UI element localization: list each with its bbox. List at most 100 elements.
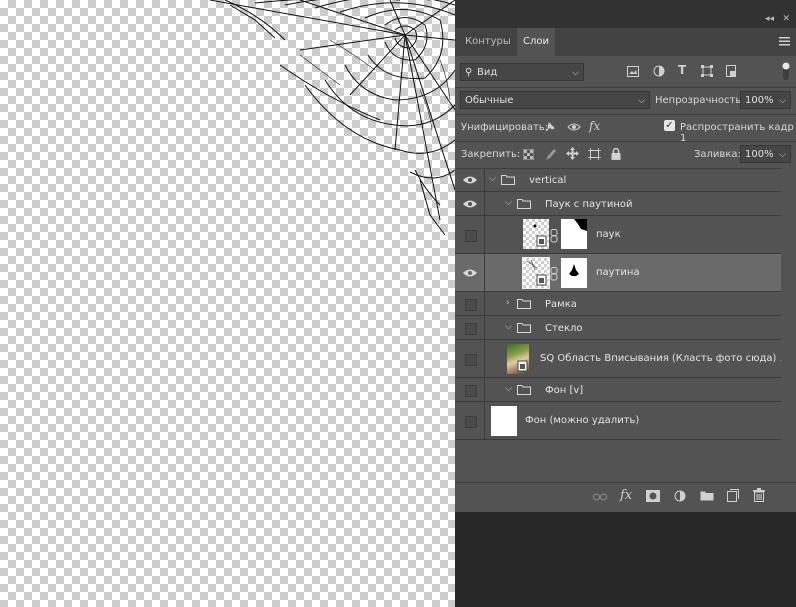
link-icon[interactable] (550, 229, 558, 243)
layer-row-group[interactable]: ⌵ Фон [v] (455, 378, 781, 402)
lock-pixels-icon[interactable] (544, 148, 556, 161)
tab-paths[interactable]: Контуры (459, 28, 517, 56)
layer-row-group[interactable]: ⌵ Стекло (455, 316, 781, 340)
lock-row: Закрепить: Заливка: 100% ⌵ (455, 141, 796, 169)
adjustment-layer-icon[interactable] (674, 490, 686, 502)
close-panel-button[interactable]: ✕ (782, 14, 790, 24)
layer-name: Фон (можно удалить) (525, 415, 640, 426)
new-layer-icon[interactable] (727, 489, 739, 502)
blend-mode-dropdown[interactable]: Обычные ⌵ (460, 91, 650, 109)
layer-name: vertical (529, 175, 567, 186)
filter-toggle-switch[interactable] (782, 62, 790, 80)
chevron-down-icon: ⌵ (638, 96, 645, 106)
hidden-box (465, 415, 477, 428)
hidden-box (465, 322, 477, 335)
layer-thumbnail (523, 219, 549, 249)
chevron-right-icon[interactable]: › (506, 298, 510, 308)
chevron-down-icon: ⌵ (779, 150, 786, 160)
layer-mask-thumbnail[interactable] (561, 219, 587, 249)
hidden-box (465, 298, 477, 311)
visibility-toggle[interactable] (455, 292, 485, 315)
eye-icon[interactable] (463, 175, 477, 185)
fill-label: Заливка: (694, 149, 741, 160)
unify-style-icon[interactable]: fx (589, 119, 600, 133)
link-layers-icon[interactable] (593, 493, 607, 501)
layers-list: ⌵ vertical ⌵ Паук с паутиной паук паутин… (455, 168, 789, 440)
collapse-panel-button[interactable]: ◂◂ (765, 14, 774, 24)
layer-row-smart[interactable]: паук (455, 216, 781, 254)
fill-field[interactable]: 100% ⌵ (740, 145, 791, 163)
trash-icon[interactable] (753, 488, 765, 502)
mask-icon[interactable] (646, 490, 660, 502)
new-group-icon[interactable] (700, 490, 714, 501)
layer-name: SQ Область Вписывания (Класть фото сюда)… (540, 353, 790, 364)
layer-row-group[interactable]: ⌵ vertical (455, 168, 781, 192)
visibility-toggle[interactable] (455, 254, 485, 291)
blend-mode-value: Обычные (465, 95, 514, 106)
layer-row-smart-selected[interactable]: паутина (455, 254, 781, 292)
opacity-label: Непрозрачность: (655, 95, 745, 106)
panel-topbar (455, 0, 796, 14)
layer-row-fill[interactable]: Фон (можно удалить) (455, 402, 781, 440)
visibility-toggle[interactable] (455, 216, 485, 253)
fx-icon[interactable]: fx (620, 488, 632, 503)
photo-thumbnail (507, 344, 529, 374)
chevron-down-icon[interactable]: ⌵ (505, 384, 512, 394)
fill-thumbnail (491, 406, 517, 436)
lock-all-icon[interactable] (611, 147, 621, 160)
filter-kind-dropdown[interactable]: ⚲ Вид ⌵ (460, 63, 584, 81)
link-icon[interactable] (550, 267, 558, 281)
unify-visibility-icon[interactable] (567, 122, 581, 133)
chevron-down-icon: ⌵ (779, 96, 786, 106)
fill-value: 100% (745, 149, 774, 160)
shape-filter-icon[interactable] (701, 65, 713, 77)
layer-row-group[interactable]: ⌵ Паук с паутиной (455, 192, 781, 216)
eye-icon[interactable] (463, 199, 477, 209)
folder-icon (517, 385, 531, 395)
visibility-toggle[interactable] (455, 316, 485, 339)
layer-row-photo[interactable]: SQ Область Вписывания (Класть фото сюда)… (455, 340, 789, 378)
lock-position-icon[interactable] (566, 147, 579, 160)
layer-name: Рамка (545, 299, 577, 310)
layers-scrollbar[interactable] (781, 168, 796, 508)
lock-transparency-icon[interactable] (523, 149, 534, 160)
unify-row: Унифицировать: fx ✓ Распространить кадр … (455, 114, 796, 144)
lock-artboard-icon[interactable] (588, 148, 601, 160)
unify-position-icon[interactable] (543, 121, 557, 134)
layer-name: паутина (596, 267, 640, 278)
tab-bar: Контуры Слои (455, 28, 796, 56)
layer-name: паук (596, 229, 621, 240)
blend-row: Обычные ⌵ Непрозрачность: 100% ⌵ (455, 87, 796, 115)
image-filter-icon[interactable] (627, 66, 639, 77)
chevron-down-icon[interactable]: ⌵ (505, 198, 512, 208)
smart-object-badge-icon (526, 259, 547, 286)
smart-object-filter-icon[interactable] (726, 65, 737, 77)
visibility-toggle[interactable] (455, 340, 485, 377)
propagate-checkbox[interactable]: ✓ (664, 120, 675, 131)
filter-kind-label: Вид (477, 67, 498, 78)
adjustment-filter-icon[interactable] (653, 65, 665, 77)
layer-name: Фон [v] (545, 385, 584, 396)
visibility-toggle[interactable] (455, 378, 485, 401)
layers-panel: ◂◂ ✕ Контуры Слои ⚲ Вид ⌵ T Обычные ⌵ Не… (455, 0, 796, 607)
layer-mask-thumbnail[interactable] (561, 258, 587, 288)
visibility-toggle[interactable] (455, 192, 485, 215)
document-canvas[interactable] (0, 0, 455, 607)
layer-row-group[interactable]: › Рамка (455, 292, 781, 316)
chevron-down-icon[interactable]: ⌵ (505, 322, 512, 332)
chevron-down-icon: ⌵ (572, 68, 579, 78)
resize-grip[interactable] (615, 507, 637, 511)
panel-menu-icon[interactable] (779, 36, 790, 47)
eye-icon[interactable] (463, 268, 477, 278)
hidden-box (465, 384, 477, 397)
search-icon: ⚲ (465, 67, 473, 78)
filter-row: ⚲ Вид ⌵ T (455, 56, 796, 88)
opacity-field[interactable]: 100% ⌵ (740, 91, 791, 109)
folder-icon (517, 299, 531, 309)
visibility-toggle[interactable] (455, 168, 485, 191)
tab-layers[interactable]: Слои (517, 28, 555, 56)
chevron-down-icon[interactable]: ⌵ (489, 174, 496, 184)
mask-shape (569, 264, 579, 276)
visibility-toggle[interactable] (455, 402, 485, 439)
type-filter-icon[interactable]: T (678, 63, 686, 77)
